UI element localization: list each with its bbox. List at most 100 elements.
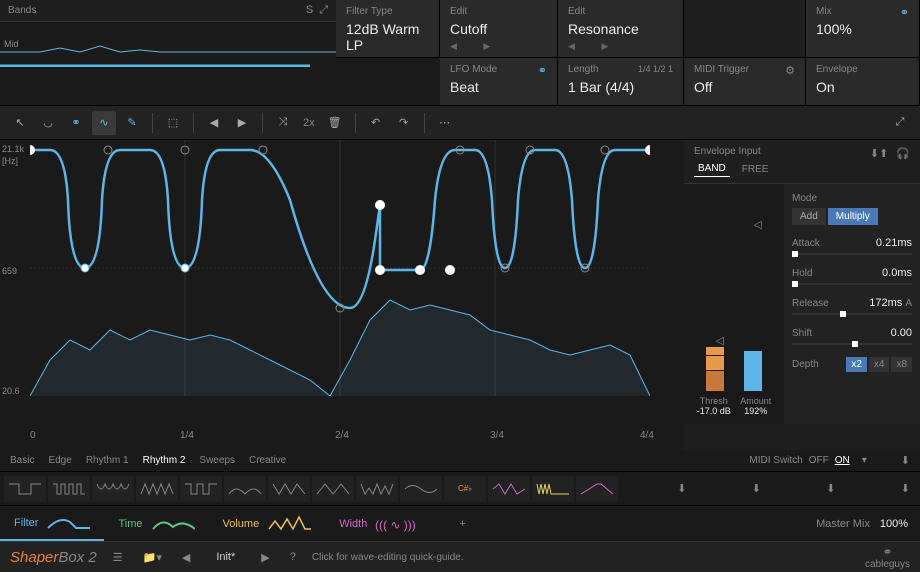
edit-resonance-panel[interactable]: Edit Resonance ◀ ▶ [558, 0, 684, 57]
step-forward-button[interactable]: ▶ [230, 111, 254, 135]
amount-marker-icon[interactable]: ◁ [754, 218, 762, 231]
bands-spectrum[interactable]: Mid [0, 21, 336, 66]
thresh-marker-icon[interactable]: ◁ [716, 334, 724, 347]
step-back-button[interactable]: ◀ [202, 111, 226, 135]
link-icon[interactable]: ⚭ [900, 6, 909, 21]
edit-cutoff-panel[interactable]: Edit Cutoff ◀ ▶ [440, 0, 558, 57]
download-icon[interactable]: ⬇ [746, 482, 767, 495]
shift-slider[interactable] [792, 343, 912, 345]
link-tool[interactable]: ⚭ [64, 111, 88, 135]
envelope-panel[interactable]: Envelope On [806, 58, 920, 105]
depth-x8-button[interactable]: x8 [891, 357, 912, 372]
shuffle-button[interactable]: ⤨ [271, 111, 295, 135]
effect-tab-filter[interactable]: Filter [0, 506, 104, 541]
wave-preset[interactable] [356, 476, 398, 502]
wave-preset[interactable] [532, 476, 574, 502]
preset-name[interactable]: Init* [206, 551, 245, 563]
preset-tab-sweeps[interactable]: Sweeps [199, 455, 235, 466]
wave-preset[interactable] [136, 476, 178, 502]
effect-tab-width[interactable]: Width ((( ∿ ))) [325, 506, 439, 541]
time-4: 4/4 [640, 430, 654, 441]
wave-preset[interactable] [576, 476, 618, 502]
master-mix-value[interactable]: 100% [880, 518, 908, 530]
axis-top: 21.1k [2, 144, 24, 154]
download-icon[interactable]: ⬇ [901, 454, 910, 467]
add-effect-button[interactable]: + [439, 506, 485, 541]
expand-icon[interactable]: ⤢ [319, 4, 328, 17]
midi-on-button[interactable]: ON [835, 455, 850, 466]
trash-button[interactable]: 🗑 [323, 111, 347, 135]
undo-button[interactable]: ↶ [364, 111, 388, 135]
amount-value: 192% [740, 406, 771, 416]
folder-button[interactable]: 📁▾ [139, 551, 166, 564]
depth-x4-button[interactable]: x4 [869, 357, 890, 372]
edit-label: Edit [450, 6, 547, 17]
empty-panel [684, 0, 806, 57]
depth-x2-button[interactable]: x2 [846, 357, 867, 372]
release-slider[interactable] [792, 313, 912, 315]
wave-preset[interactable] [224, 476, 266, 502]
pointer-tool[interactable]: ↖ [8, 111, 32, 135]
filter-type-panel[interactable]: Filter Type 12dB Warm LP ◀ ▶ [336, 0, 440, 57]
wave-preset[interactable] [92, 476, 134, 502]
eraser-tool[interactable]: ◡ [36, 111, 60, 135]
redo-button[interactable]: ↷ [392, 111, 416, 135]
company-logo: ⚭ cableguys [865, 545, 910, 570]
effect-tab-time[interactable]: Time [104, 506, 208, 541]
length-panel[interactable]: Length 1/4 1/2 1 1 Bar (4/4) [558, 58, 684, 105]
amount-meter[interactable] [744, 351, 762, 392]
hint-text[interactable]: Click for wave-editing quick-guide. [312, 552, 464, 563]
thresh-value: -17.0 dB [697, 406, 731, 416]
free-tab[interactable]: FREE [738, 162, 773, 177]
preset-tab-rhythm1[interactable]: Rhythm 1 [86, 455, 129, 466]
effect-tab-volume[interactable]: Volume [209, 506, 326, 541]
lfo-mode-panel[interactable]: LFO Mode ⚭ Beat [440, 58, 558, 105]
midi-trigger-panel[interactable]: MIDI Trigger ⚙ Off [684, 58, 806, 105]
nav-arrows[interactable]: ◀ ▶ [450, 41, 547, 52]
thresh-meter[interactable] [706, 347, 724, 392]
wave-preset[interactable]: C#♭ [444, 476, 486, 502]
mix-panel[interactable]: Mix ⚭ 100% [806, 0, 920, 57]
hold-slider[interactable] [792, 283, 912, 285]
attack-slider[interactable] [792, 253, 912, 255]
menu-button[interactable]: ☰ [109, 551, 127, 564]
wave-preset[interactable] [400, 476, 442, 502]
gear-icon[interactable]: ⚙ [785, 64, 795, 79]
preset-tab-edge[interactable]: Edge [48, 455, 71, 466]
wave-preset[interactable] [268, 476, 310, 502]
download-icon[interactable]: ⬇ [895, 482, 916, 495]
download-icon[interactable]: ⬇ [820, 482, 841, 495]
preset-tab-rhythm2[interactable]: Rhythm 2 [143, 455, 186, 466]
fullscreen-icon[interactable]: ⤢ [888, 111, 912, 135]
band-tab[interactable]: BAND [694, 161, 730, 177]
curve-tool[interactable]: ∿ [92, 111, 116, 135]
prev-preset-button[interactable]: ◀ [178, 551, 194, 564]
wave-preset[interactable] [4, 476, 46, 502]
solo-button[interactable]: S [306, 4, 313, 17]
help-button[interactable]: ? [286, 551, 300, 563]
pen-tool[interactable]: ✎ [120, 111, 144, 135]
link-icon[interactable]: ⚭ [538, 64, 547, 79]
midi-off-button[interactable]: OFF [809, 455, 829, 466]
zoom-2x[interactable]: 2x [299, 117, 319, 129]
wave-editor[interactable]: 21.1k [Hz] 659 20.6 0 1/4 [0, 140, 684, 450]
select-tool[interactable]: ⬚ [161, 111, 185, 135]
nav-arrows[interactable]: ◀ ▶ [568, 41, 673, 52]
length-fractions[interactable]: 1/4 1/2 1 [638, 64, 673, 79]
wave-preset[interactable] [488, 476, 530, 502]
wave-preset[interactable] [180, 476, 222, 502]
dropdown-icon[interactable]: ▾ [862, 455, 867, 466]
wave-preset[interactable] [48, 476, 90, 502]
mode-label: Mode [792, 193, 817, 204]
preset-tab-creative[interactable]: Creative [249, 455, 286, 466]
next-preset-button[interactable]: ▶ [257, 551, 273, 564]
mode-multiply-button[interactable]: Multiply [828, 208, 878, 225]
mode-add-button[interactable]: Add [792, 208, 826, 225]
preset-tab-basic[interactable]: Basic [10, 455, 34, 466]
wave-preset[interactable] [312, 476, 354, 502]
length-label: Length [568, 64, 599, 75]
download-icon[interactable]: ⬇ [671, 482, 692, 495]
more-button[interactable]: ⋯ [433, 111, 457, 135]
headphones-icon[interactable]: 🎧 [896, 147, 910, 160]
sidechain-icon[interactable]: ⬇⬆ [870, 147, 888, 160]
